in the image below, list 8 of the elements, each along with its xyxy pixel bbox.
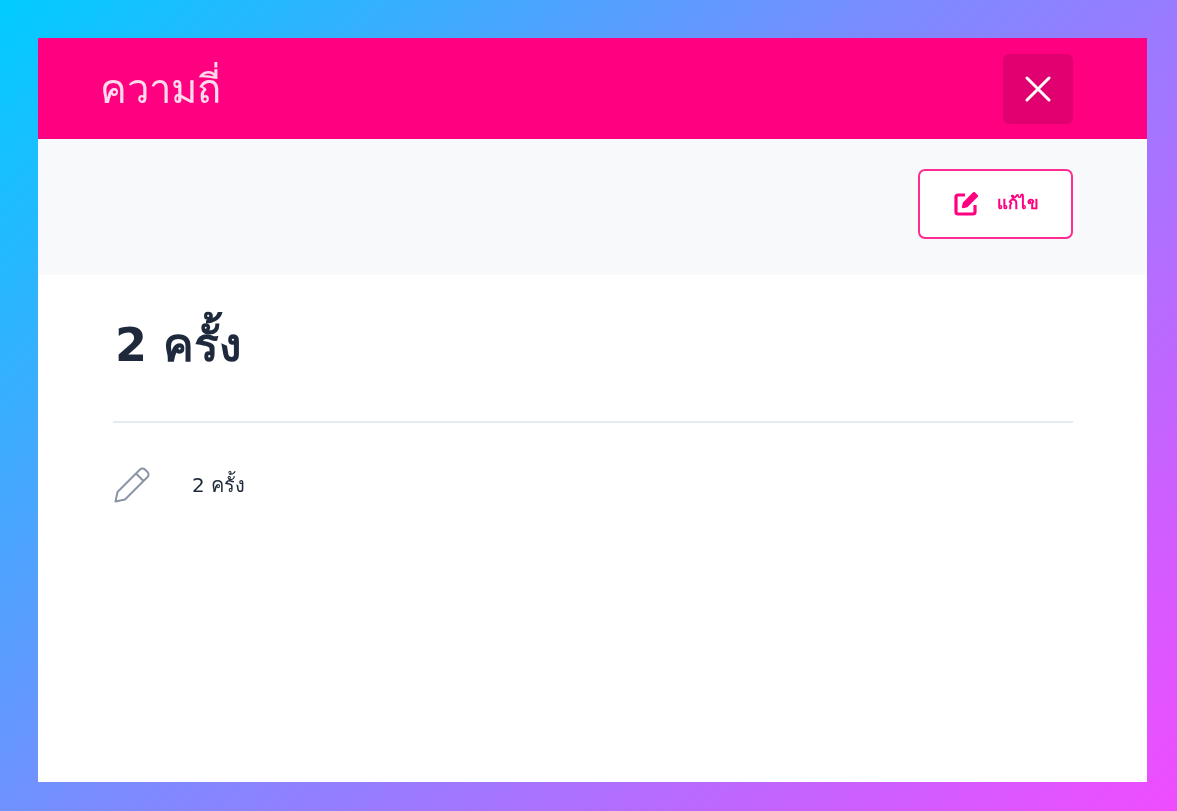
dialog-title: ความถี่ — [100, 62, 221, 115]
pencil-icon — [113, 467, 150, 504]
edit-icon — [952, 191, 979, 217]
edit-button[interactable]: แก้ไข — [918, 169, 1073, 239]
close-icon — [1025, 75, 1051, 102]
detail-text: 2 ครั้ง — [192, 470, 246, 500]
value-heading: 2 ครั้ง — [115, 310, 242, 382]
close-button[interactable] — [1003, 53, 1073, 124]
